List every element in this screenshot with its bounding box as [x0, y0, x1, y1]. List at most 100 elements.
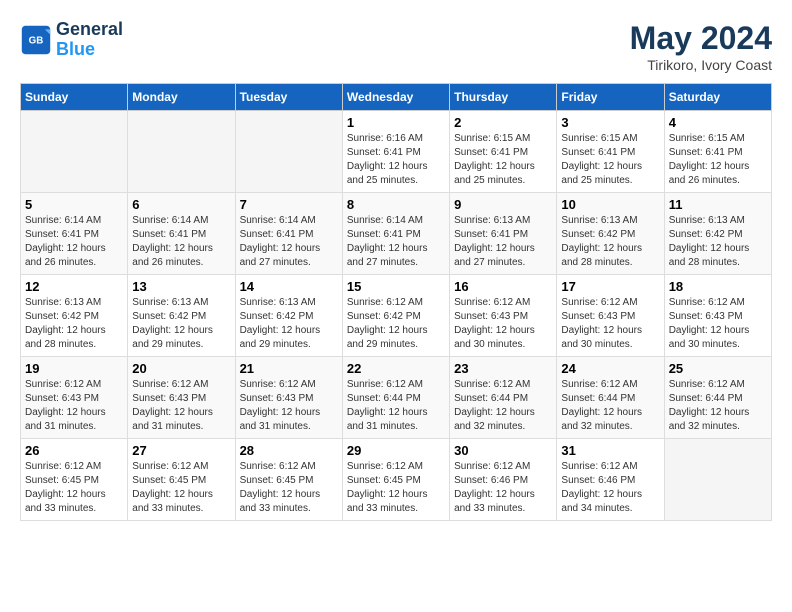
day-info: Sunrise: 6:12 AMSunset: 6:43 PMDaylight:… — [132, 378, 230, 434]
calendar-day-cell: 26Sunrise: 6:12 AMSunset: 6:45 PMDayligh… — [21, 439, 128, 521]
day-info: Sunrise: 6:14 AMSunset: 6:41 PMDaylight:… — [25, 214, 123, 270]
calendar-day-cell: 24Sunrise: 6:12 AMSunset: 6:44 PMDayligh… — [557, 357, 664, 439]
calendar-day-cell: 9 Sunrise: 6:13 AMSunset: 6:41 PMDaylight… — [450, 193, 557, 275]
day-number: 2 — [454, 115, 552, 130]
calendar-day-cell: 14Sunrise: 6:13 AMSunset: 6:42 PMDayligh… — [235, 275, 342, 357]
day-info: Sunrise: 6:12 AMSunset: 6:43 PMDaylight:… — [454, 296, 552, 352]
calendar-week-row: 19 Sunrise: 6:12 AMSunset: 6:43 PMDayligh… — [21, 357, 772, 439]
calendar-day-cell — [664, 439, 771, 521]
day-number: 26 — [25, 443, 123, 458]
calendar-day-cell: 29 Sunrise: 6:12 AMSunset: 6:45 PMDayligh… — [342, 439, 449, 521]
day-header: Saturday — [664, 84, 771, 111]
calendar-day-cell: 31 Sunrise: 6:12 AMSunset: 6:46 PMDayligh… — [557, 439, 664, 521]
month-year: May 2024 — [630, 20, 772, 57]
calendar-day-cell: 11 Sunrise: 6:13 AMSunset: 6:42 PMDayligh… — [664, 193, 771, 275]
calendar-week-row: 26 Sunrise: 6:12 AMSunset: 6:45 PMDayligh… — [21, 439, 772, 521]
day-number: 31 — [561, 443, 659, 458]
calendar-day-cell — [128, 111, 235, 193]
day-number: 21 — [240, 361, 338, 376]
day-info: Sunrise: 6:13 AMSunset: 6:42 PMDaylight:… — [561, 214, 659, 270]
calendar-day-cell: 8 Sunrise: 6:14 AMSunset: 6:41 PMDaylight… — [342, 193, 449, 275]
day-number: 18 — [669, 279, 767, 294]
calendar-day-cell: 22 Sunrise: 6:12 AMSunset: 6:44 PMDayligh… — [342, 357, 449, 439]
day-info: Sunrise: 6:13 AMSunset: 6:41 PMDaylight:… — [454, 214, 552, 270]
day-number: 3 — [561, 115, 659, 130]
logo: GB General Blue — [20, 20, 123, 60]
day-info: Sunrise: 6:12 AMSunset: 6:43 PMDaylight:… — [561, 296, 659, 352]
calendar-day-cell: 27 Sunrise: 6:12 AMSunset: 6:45 PMDayligh… — [128, 439, 235, 521]
day-number: 8 — [347, 197, 445, 212]
day-info: Sunrise: 6:12 AMSunset: 6:46 PMDaylight:… — [454, 460, 552, 516]
day-number: 25 — [669, 361, 767, 376]
day-info: Sunrise: 6:13 AMSunset: 6:42 PMDaylight:… — [240, 296, 338, 352]
day-number: 24 — [561, 361, 659, 376]
day-info: Sunrise: 6:12 AMSunset: 6:45 PMDaylight:… — [132, 460, 230, 516]
day-number: 20 — [132, 361, 230, 376]
title-block: May 2024 Tirikoro, Ivory Coast — [630, 20, 772, 73]
day-number: 4 — [669, 115, 767, 130]
day-info: Sunrise: 6:13 AMSunset: 6:42 PMDaylight:… — [25, 296, 123, 352]
day-info: Sunrise: 6:12 AMSunset: 6:44 PMDaylight:… — [454, 378, 552, 434]
day-number: 12 — [25, 279, 123, 294]
day-number: 19 — [25, 361, 123, 376]
day-number: 7 — [240, 197, 338, 212]
day-info: Sunrise: 6:12 AMSunset: 6:44 PMDaylight:… — [347, 378, 445, 434]
calendar-day-cell: 21 Sunrise: 6:12 AMSunset: 6:43 PMDayligh… — [235, 357, 342, 439]
calendar-day-cell: 4 Sunrise: 6:15 AMSunset: 6:41 PMDaylight… — [664, 111, 771, 193]
calendar-day-cell: 3 Sunrise: 6:15 AMSunset: 6:41 PMDaylight… — [557, 111, 664, 193]
calendar-day-cell: 5 Sunrise: 6:14 AMSunset: 6:41 PMDaylight… — [21, 193, 128, 275]
day-number: 17 — [561, 279, 659, 294]
calendar-week-row: 12 Sunrise: 6:13 AMSunset: 6:42 PMDayligh… — [21, 275, 772, 357]
day-number: 1 — [347, 115, 445, 130]
day-info: Sunrise: 6:14 AMSunset: 6:41 PMDaylight:… — [132, 214, 230, 270]
day-number: 11 — [669, 197, 767, 212]
calendar-week-row: 1Sunrise: 6:16 AMSunset: 6:41 PMDaylight… — [21, 111, 772, 193]
calendar-day-cell: 18 Sunrise: 6:12 AMSunset: 6:43 PMDayligh… — [664, 275, 771, 357]
day-number: 29 — [347, 443, 445, 458]
day-info: Sunrise: 6:12 AMSunset: 6:43 PMDaylight:… — [25, 378, 123, 434]
day-header: Sunday — [21, 84, 128, 111]
day-number: 5 — [25, 197, 123, 212]
day-number: 22 — [347, 361, 445, 376]
day-header: Tuesday — [235, 84, 342, 111]
day-number: 27 — [132, 443, 230, 458]
day-number: 9 — [454, 197, 552, 212]
calendar-day-cell: 1Sunrise: 6:16 AMSunset: 6:41 PMDaylight… — [342, 111, 449, 193]
calendar-day-cell: 12 Sunrise: 6:13 AMSunset: 6:42 PMDayligh… — [21, 275, 128, 357]
calendar-header: SundayMondayTuesdayWednesdayThursdayFrid… — [21, 84, 772, 111]
location: Tirikoro, Ivory Coast — [630, 57, 772, 73]
calendar-day-cell — [21, 111, 128, 193]
calendar-day-cell: 2 Sunrise: 6:15 AMSunset: 6:41 PMDaylight… — [450, 111, 557, 193]
day-info: Sunrise: 6:15 AMSunset: 6:41 PMDaylight:… — [454, 132, 552, 188]
calendar-week-row: 5 Sunrise: 6:14 AMSunset: 6:41 PMDaylight… — [21, 193, 772, 275]
day-info: Sunrise: 6:14 AMSunset: 6:41 PMDaylight:… — [240, 214, 338, 270]
calendar-table: SundayMondayTuesdayWednesdayThursdayFrid… — [20, 83, 772, 521]
calendar-day-cell: 28Sunrise: 6:12 AMSunset: 6:45 PMDayligh… — [235, 439, 342, 521]
calendar-day-cell: 25Sunrise: 6:12 AMSunset: 6:44 PMDayligh… — [664, 357, 771, 439]
day-number: 30 — [454, 443, 552, 458]
day-number: 16 — [454, 279, 552, 294]
day-info: Sunrise: 6:12 AMSunset: 6:43 PMDaylight:… — [240, 378, 338, 434]
day-info: Sunrise: 6:14 AMSunset: 6:41 PMDaylight:… — [347, 214, 445, 270]
day-header: Wednesday — [342, 84, 449, 111]
day-header: Thursday — [450, 84, 557, 111]
day-header: Friday — [557, 84, 664, 111]
day-number: 6 — [132, 197, 230, 212]
calendar-day-cell: 23Sunrise: 6:12 AMSunset: 6:44 PMDayligh… — [450, 357, 557, 439]
calendar-day-cell: 16 Sunrise: 6:12 AMSunset: 6:43 PMDayligh… — [450, 275, 557, 357]
day-number: 13 — [132, 279, 230, 294]
day-info: Sunrise: 6:12 AMSunset: 6:46 PMDaylight:… — [561, 460, 659, 516]
calendar-day-cell — [235, 111, 342, 193]
page-header: GB General Blue May 2024 Tirikoro, Ivory… — [20, 20, 772, 73]
day-info: Sunrise: 6:12 AMSunset: 6:45 PMDaylight:… — [347, 460, 445, 516]
calendar-day-cell: 15Sunrise: 6:12 AMSunset: 6:42 PMDayligh… — [342, 275, 449, 357]
day-info: Sunrise: 6:13 AMSunset: 6:42 PMDaylight:… — [669, 214, 767, 270]
day-header: Monday — [128, 84, 235, 111]
calendar-day-cell: 6 Sunrise: 6:14 AMSunset: 6:41 PMDaylight… — [128, 193, 235, 275]
day-info: Sunrise: 6:12 AMSunset: 6:43 PMDaylight:… — [669, 296, 767, 352]
calendar-day-cell: 17 Sunrise: 6:12 AMSunset: 6:43 PMDayligh… — [557, 275, 664, 357]
day-info: Sunrise: 6:15 AMSunset: 6:41 PMDaylight:… — [561, 132, 659, 188]
day-info: Sunrise: 6:13 AMSunset: 6:42 PMDaylight:… — [132, 296, 230, 352]
day-info: Sunrise: 6:15 AMSunset: 6:41 PMDaylight:… — [669, 132, 767, 188]
calendar-day-cell: 10Sunrise: 6:13 AMSunset: 6:42 PMDayligh… — [557, 193, 664, 275]
